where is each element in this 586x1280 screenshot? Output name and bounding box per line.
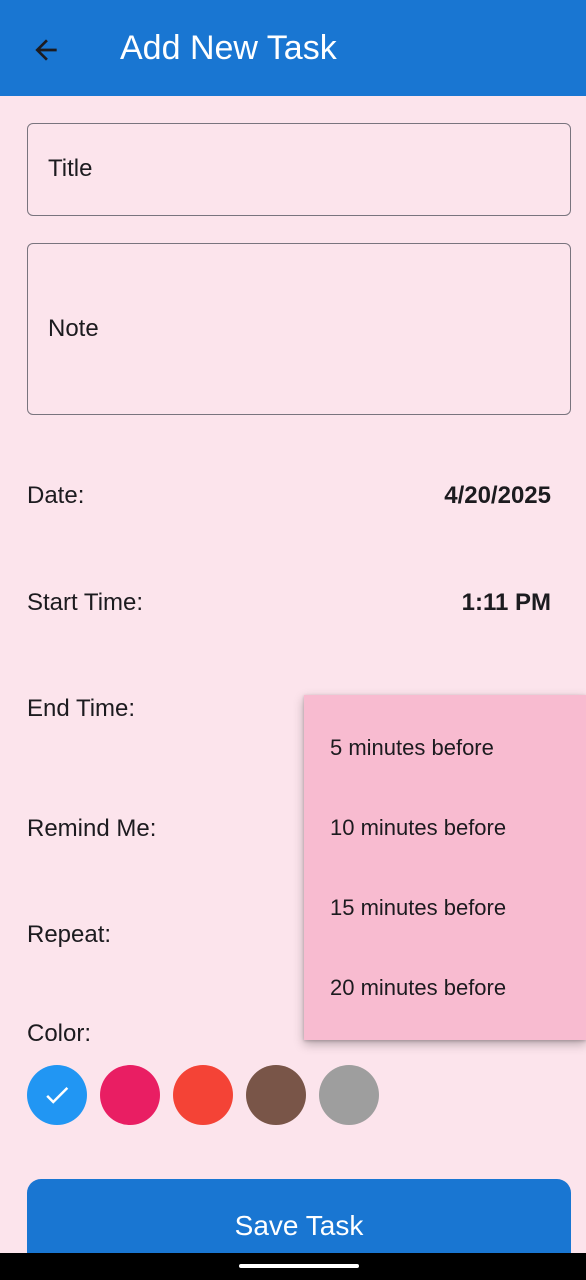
color-swatch-red[interactable] <box>173 1065 233 1125</box>
color-swatch-blue[interactable] <box>27 1065 87 1125</box>
arrow-back-icon <box>35 39 57 61</box>
back-button[interactable] <box>22 26 70 74</box>
repeat-label: Repeat: <box>27 921 112 948</box>
home-indicator[interactable] <box>239 1264 359 1268</box>
remind-option-10-min[interactable]: 10 minutes before <box>304 788 586 868</box>
date-label: Date: <box>27 482 85 509</box>
start-time-value[interactable]: 1:11 PM <box>462 589 551 617</box>
title-placeholder: Title <box>48 155 93 182</box>
remind-dropdown-menu: 5 minutes before 10 minutes before 15 mi… <box>304 695 586 1040</box>
check-icon <box>46 1086 69 1104</box>
title-input[interactable]: Title <box>27 123 571 216</box>
note-input[interactable]: Note <box>27 243 571 415</box>
app-bar: Add New Task <box>0 0 586 96</box>
color-swatch-pink[interactable] <box>100 1065 160 1125</box>
page-title: Add New Task <box>120 29 337 67</box>
date-value[interactable]: 4/20/2025 <box>444 482 551 510</box>
remind-option-15-min[interactable]: 15 minutes before <box>304 868 586 948</box>
end-time-label: End Time: <box>27 695 136 722</box>
color-swatch-brown[interactable] <box>246 1065 306 1125</box>
system-nav-bar <box>0 1253 586 1280</box>
note-placeholder: Note <box>48 315 99 342</box>
color-swatch-grey[interactable] <box>319 1065 379 1125</box>
remind-me-label: Remind Me: <box>27 815 157 842</box>
color-label: Color: <box>27 1020 92 1047</box>
color-picker <box>27 1065 379 1125</box>
remind-option-5-min[interactable]: 5 minutes before <box>304 708 586 788</box>
remind-option-20-min[interactable]: 20 minutes before <box>304 948 586 1028</box>
start-time-label: Start Time: <box>27 589 144 616</box>
